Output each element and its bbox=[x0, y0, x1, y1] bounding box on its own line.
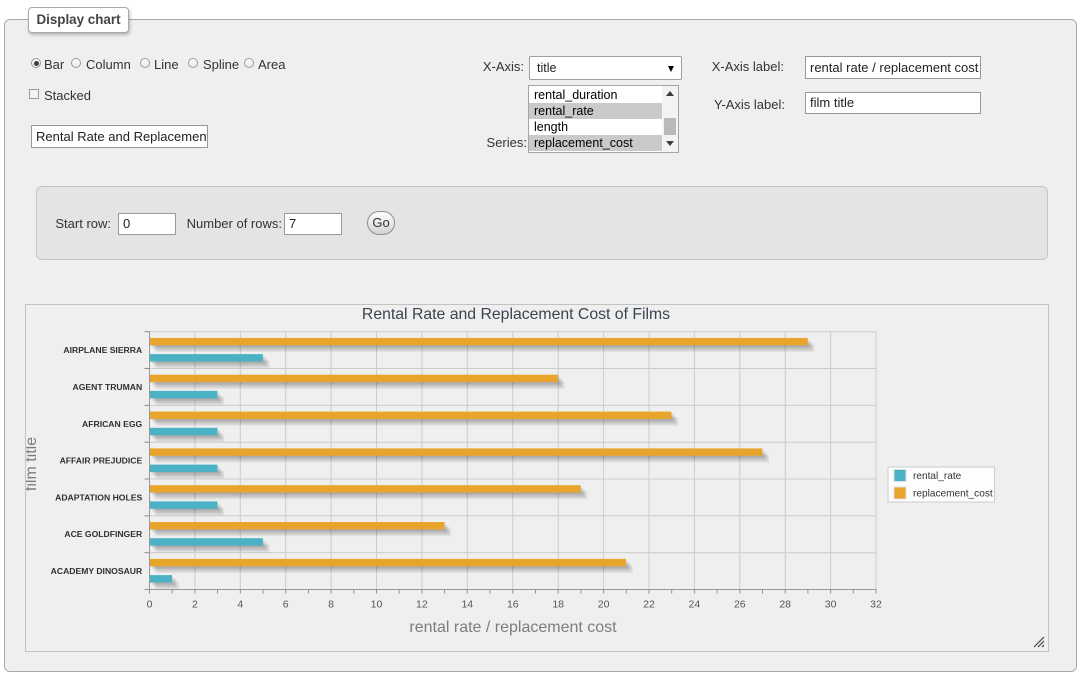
svg-text:8: 8 bbox=[328, 599, 334, 611]
svg-text:2: 2 bbox=[192, 599, 198, 611]
svg-text:AFFAIR PREJUDICE: AFFAIR PREJUDICE bbox=[60, 456, 143, 466]
svg-text:0: 0 bbox=[147, 599, 153, 611]
svg-text:AFRICAN EGG: AFRICAN EGG bbox=[82, 419, 142, 429]
svg-text:ADAPTATION HOLES: ADAPTATION HOLES bbox=[55, 492, 142, 502]
svg-text:26: 26 bbox=[734, 599, 746, 611]
svg-text:ACADEMY DINOSAUR: ACADEMY DINOSAUR bbox=[51, 566, 143, 576]
svg-text:10: 10 bbox=[371, 599, 383, 611]
svg-text:4: 4 bbox=[237, 599, 243, 611]
svg-text:12: 12 bbox=[416, 599, 428, 611]
svg-text:film title: film title bbox=[26, 437, 40, 491]
svg-text:ACE GOLDFINGER: ACE GOLDFINGER bbox=[64, 529, 143, 539]
svg-text:30: 30 bbox=[825, 599, 837, 611]
svg-text:AIRPLANE SIERRA: AIRPLANE SIERRA bbox=[63, 345, 142, 355]
svg-text:rental_rate: rental_rate bbox=[913, 471, 962, 482]
svg-text:14: 14 bbox=[461, 599, 473, 611]
svg-text:28: 28 bbox=[779, 599, 791, 611]
svg-text:24: 24 bbox=[689, 599, 701, 611]
svg-text:rental rate / replacement cost: rental rate / replacement cost bbox=[409, 619, 617, 636]
svg-text:18: 18 bbox=[552, 599, 564, 611]
svg-text:Rental Rate and Replacement Co: Rental Rate and Replacement Cost of Film… bbox=[362, 306, 670, 323]
svg-text:16: 16 bbox=[507, 599, 519, 611]
svg-text:6: 6 bbox=[283, 599, 289, 611]
svg-text:32: 32 bbox=[870, 599, 882, 611]
svg-text:20: 20 bbox=[598, 599, 610, 611]
svg-text:replacement_cost: replacement_cost bbox=[913, 489, 993, 500]
svg-text:22: 22 bbox=[643, 599, 655, 611]
svg-text:AGENT TRUMAN: AGENT TRUMAN bbox=[72, 382, 142, 392]
